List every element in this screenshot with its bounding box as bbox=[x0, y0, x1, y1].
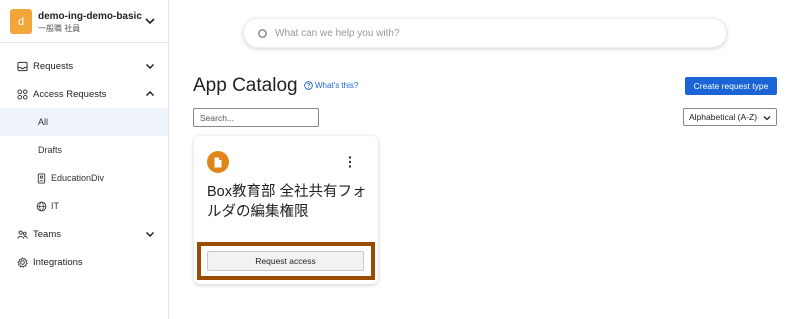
help-icon bbox=[304, 81, 313, 90]
whats-this-link[interactable]: What's this? bbox=[304, 81, 358, 90]
global-search-bar[interactable]: What can we help you with? bbox=[243, 18, 727, 48]
sidebar-item-label: Access Requests bbox=[33, 88, 107, 100]
chevron-down-icon bbox=[145, 231, 155, 238]
sidebar: d demo-ing-demo-basic 一般職 社員 Requests Ac… bbox=[0, 0, 169, 319]
sidebar-subitem-educationdiv[interactable]: EducationDiv bbox=[0, 164, 168, 192]
whats-this-label: What's this? bbox=[315, 81, 359, 90]
gear-icon bbox=[17, 256, 28, 268]
chevron-down-icon bbox=[145, 18, 155, 25]
globe-icon bbox=[36, 201, 47, 211]
sidebar-subitem-all[interactable]: All bbox=[0, 108, 168, 136]
sidebar-item-teams[interactable]: Teams bbox=[0, 220, 168, 248]
chevron-down-icon bbox=[763, 116, 771, 121]
inbox-icon bbox=[17, 61, 28, 71]
sidebar-subitem-drafts[interactable]: Drafts bbox=[0, 136, 168, 164]
sidebar-item-label: Requests bbox=[33, 60, 74, 72]
workspace-subtitle: 一般職 社員 bbox=[38, 24, 81, 33]
search-icon bbox=[258, 29, 267, 38]
sort-select[interactable]: Alphabetical (A-Z) bbox=[683, 108, 777, 126]
workspace-avatar: d bbox=[10, 9, 32, 34]
sidebar-subitem-it[interactable]: IT bbox=[0, 192, 168, 220]
sidebar-subitem-label: Drafts bbox=[38, 145, 63, 155]
catalog-search-input[interactable]: Search... bbox=[193, 108, 319, 127]
sidebar-item-integrations[interactable]: Integrations bbox=[0, 248, 168, 276]
chevron-down-icon bbox=[145, 63, 155, 70]
app-root: d demo-ing-demo-basic 一般職 社員 Requests Ac… bbox=[0, 0, 800, 319]
sidebar-item-label: Teams bbox=[33, 228, 61, 240]
sidebar-subitem-label: IT bbox=[51, 201, 59, 211]
document-icon bbox=[207, 151, 229, 173]
grid-icon bbox=[17, 88, 28, 100]
more-options-icon[interactable] bbox=[347, 155, 353, 169]
workspace-switcher[interactable]: d demo-ing-demo-basic 一般職 社員 bbox=[0, 0, 169, 43]
page-title: App Catalog bbox=[193, 75, 298, 96]
app-card-title: Box教育部 全社共有フォルダの編集権限 bbox=[207, 184, 367, 220]
workspace-name: demo-ing-demo-basic bbox=[38, 11, 142, 22]
sidebar-item-access-requests[interactable]: Access Requests bbox=[0, 80, 168, 108]
sidebar-item-label: Integrations bbox=[33, 256, 83, 268]
sidebar-item-requests[interactable]: Requests bbox=[0, 52, 168, 80]
id-badge-icon bbox=[37, 172, 46, 184]
people-icon bbox=[17, 230, 28, 239]
sidebar-subitem-label: EducationDiv bbox=[51, 173, 105, 183]
create-request-type-button[interactable]: Create request type bbox=[685, 77, 777, 95]
chevron-up-icon bbox=[145, 90, 155, 97]
sidebar-subitem-label: All bbox=[38, 117, 49, 127]
request-access-button[interactable]: Request access bbox=[207, 251, 364, 271]
sort-select-value: Alphabetical (A-Z) bbox=[689, 112, 758, 122]
search-input[interactable]: What can we help you with? bbox=[275, 28, 400, 39]
